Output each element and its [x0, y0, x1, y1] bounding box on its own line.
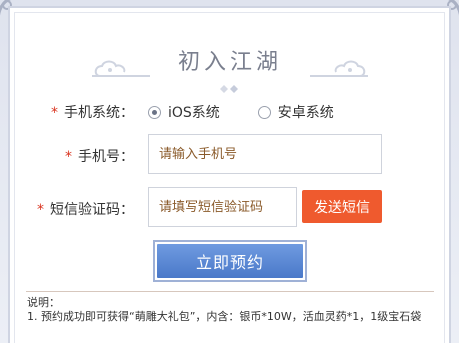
- os-label: * 手机系统：: [48, 102, 134, 122]
- required-mark: *: [51, 105, 58, 121]
- sms-code-label: * 短信验证码：: [28, 199, 134, 219]
- os-label-text: 手机系统：: [64, 105, 134, 121]
- radio-option-ios[interactable]: iOS系统: [148, 102, 220, 122]
- cloud-ornament-icon: [310, 60, 368, 77]
- phone-label-text: 手机号：: [78, 149, 134, 165]
- radio-option-android[interactable]: 安卓系统: [257, 102, 334, 122]
- phone-input[interactable]: [148, 134, 382, 174]
- notes-heading: 说明：: [27, 296, 60, 309]
- send-sms-button[interactable]: 发送短信: [302, 190, 382, 223]
- phone-label: * 手机号：: [48, 146, 134, 166]
- radio-label-ios: iOS系统: [168, 105, 220, 121]
- radio-button-ios[interactable]: [148, 105, 161, 119]
- sms-code-input[interactable]: [148, 187, 297, 227]
- required-mark: *: [37, 202, 44, 218]
- notes-divider: [26, 291, 434, 292]
- radio-label-android: 安卓系统: [277, 105, 334, 121]
- title-block: 初入江湖: [90, 40, 370, 100]
- required-mark: *: [65, 149, 72, 165]
- submit-button-frame: 立即预约: [153, 240, 307, 282]
- radio-button-android[interactable]: [257, 105, 271, 119]
- os-radio-group: iOS系统 安卓系统: [148, 102, 372, 122]
- diamond-ornament-icon: [220, 85, 238, 93]
- sms-code-label-text: 短信验证码：: [50, 202, 134, 218]
- notes-section: 说明： 1. 预约成功即可获得“萌雕大礼包”，内含：银币*10W，活血灵药*1，…: [27, 296, 435, 324]
- notes-line: 1. 预约成功即可获得“萌雕大礼包”，内含：银币*10W，活血灵药*1，1级宝石…: [27, 310, 422, 323]
- reserve-now-button[interactable]: 立即预约: [157, 244, 303, 278]
